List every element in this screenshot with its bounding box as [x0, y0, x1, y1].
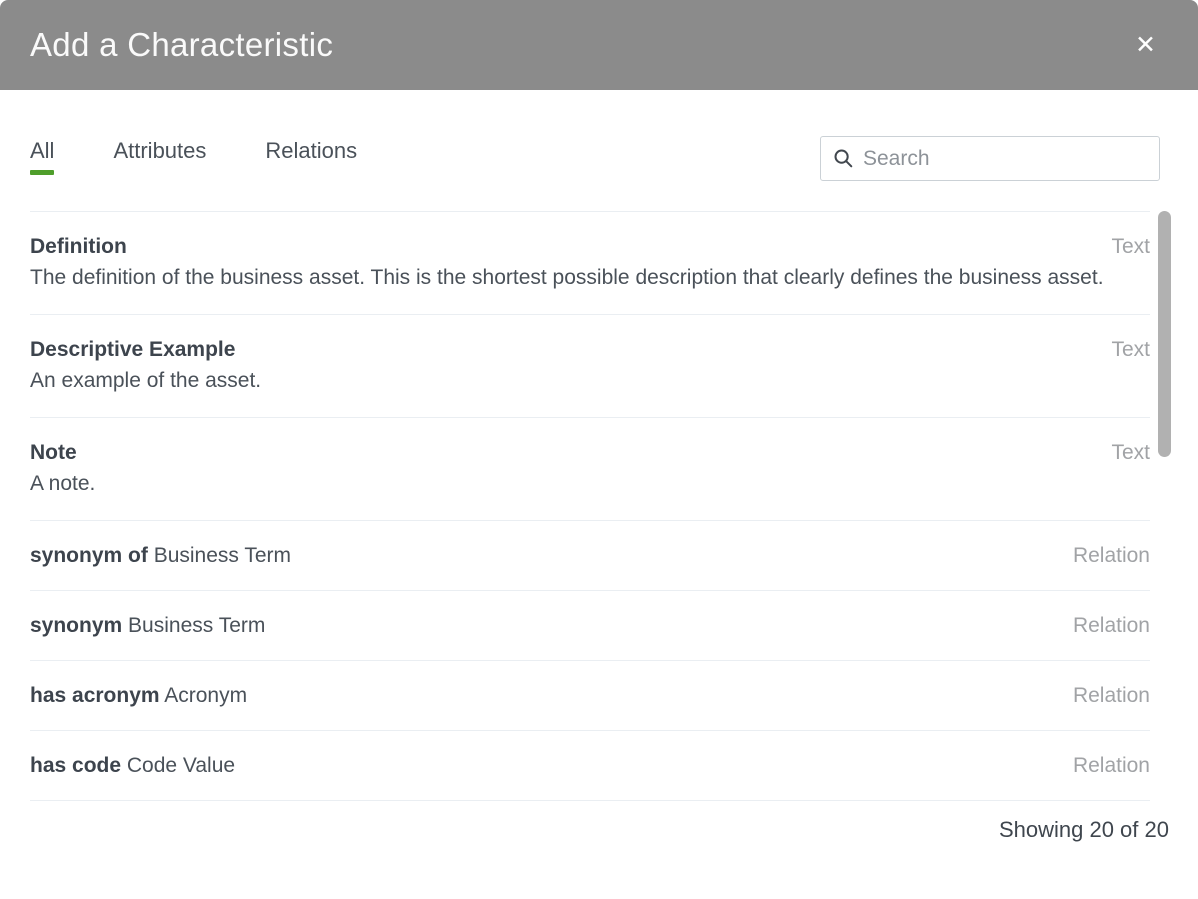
characteristic-description: The definition of the business asset. Th… [30, 263, 1120, 293]
tab-all-label: All [30, 138, 54, 163]
relation-target-type: Acronym [164, 684, 247, 707]
characteristic-type-badge: Relation [1073, 682, 1150, 710]
tab-bar: All Attributes Relations [30, 136, 416, 175]
list-item[interactable]: Descriptive Example Text An example of t… [30, 315, 1150, 418]
characteristic-name: Descriptive Example [30, 336, 235, 364]
add-characteristic-dialog: Add a Characteristic ✕ All Attributes Re… [0, 0, 1198, 843]
list-item[interactable]: synonym of Business Term Relation [30, 521, 1150, 591]
relation-role: synonym of [30, 544, 148, 567]
relation-role: synonym [30, 614, 122, 637]
active-tab-indicator [30, 170, 54, 175]
tab-attributes-label: Attributes [113, 138, 206, 163]
list-item[interactable]: Definition Text The definition of the bu… [30, 212, 1150, 315]
search-input[interactable] [863, 147, 1147, 171]
tab-attributes[interactable]: Attributes [113, 138, 206, 175]
characteristic-description: An example of the asset. [30, 366, 1120, 396]
characteristic-type-badge: Text [1111, 439, 1150, 467]
characteristic-description: A note. [30, 469, 1120, 499]
tab-all[interactable]: All [30, 138, 54, 175]
list-item[interactable]: has acronym Acronym Relation [30, 661, 1150, 731]
list-item[interactable]: Note Text A note. [30, 418, 1150, 521]
characteristic-type-badge: Relation [1073, 542, 1150, 570]
relation-role: has acronym [30, 684, 160, 707]
list-item[interactable]: synonym Business Term Relation [30, 591, 1150, 661]
toolbar: All Attributes Relations [0, 136, 1198, 181]
relation-target-type: Code Value [127, 754, 235, 777]
characteristic-type-badge: Relation [1073, 752, 1150, 780]
dialog-header: Add a Characteristic ✕ [0, 0, 1198, 90]
characteristic-name: Note [30, 439, 77, 467]
scrollbar-thumb[interactable] [1158, 211, 1171, 457]
search-icon [833, 148, 854, 169]
search-box[interactable] [820, 136, 1160, 181]
relation-target-type: Business Term [154, 544, 291, 567]
close-button[interactable]: ✕ [1127, 27, 1164, 64]
tab-relations[interactable]: Relations [265, 138, 357, 175]
tab-relations-label: Relations [265, 138, 357, 163]
characteristic-name: Definition [30, 233, 127, 261]
list-item[interactable]: has code Code Value Relation [30, 731, 1150, 801]
characteristic-type-badge: Text [1111, 233, 1150, 261]
close-icon: ✕ [1135, 31, 1156, 59]
characteristic-type-badge: Text [1111, 336, 1150, 364]
result-count: Showing 20 of 20 [30, 817, 1169, 843]
characteristic-list: Definition Text The definition of the bu… [30, 211, 1150, 801]
dialog-title: Add a Characteristic [30, 26, 333, 64]
characteristic-type-badge: Relation [1073, 612, 1150, 640]
relation-target-type: Business Term [128, 614, 265, 637]
relation-role: has code [30, 754, 121, 777]
